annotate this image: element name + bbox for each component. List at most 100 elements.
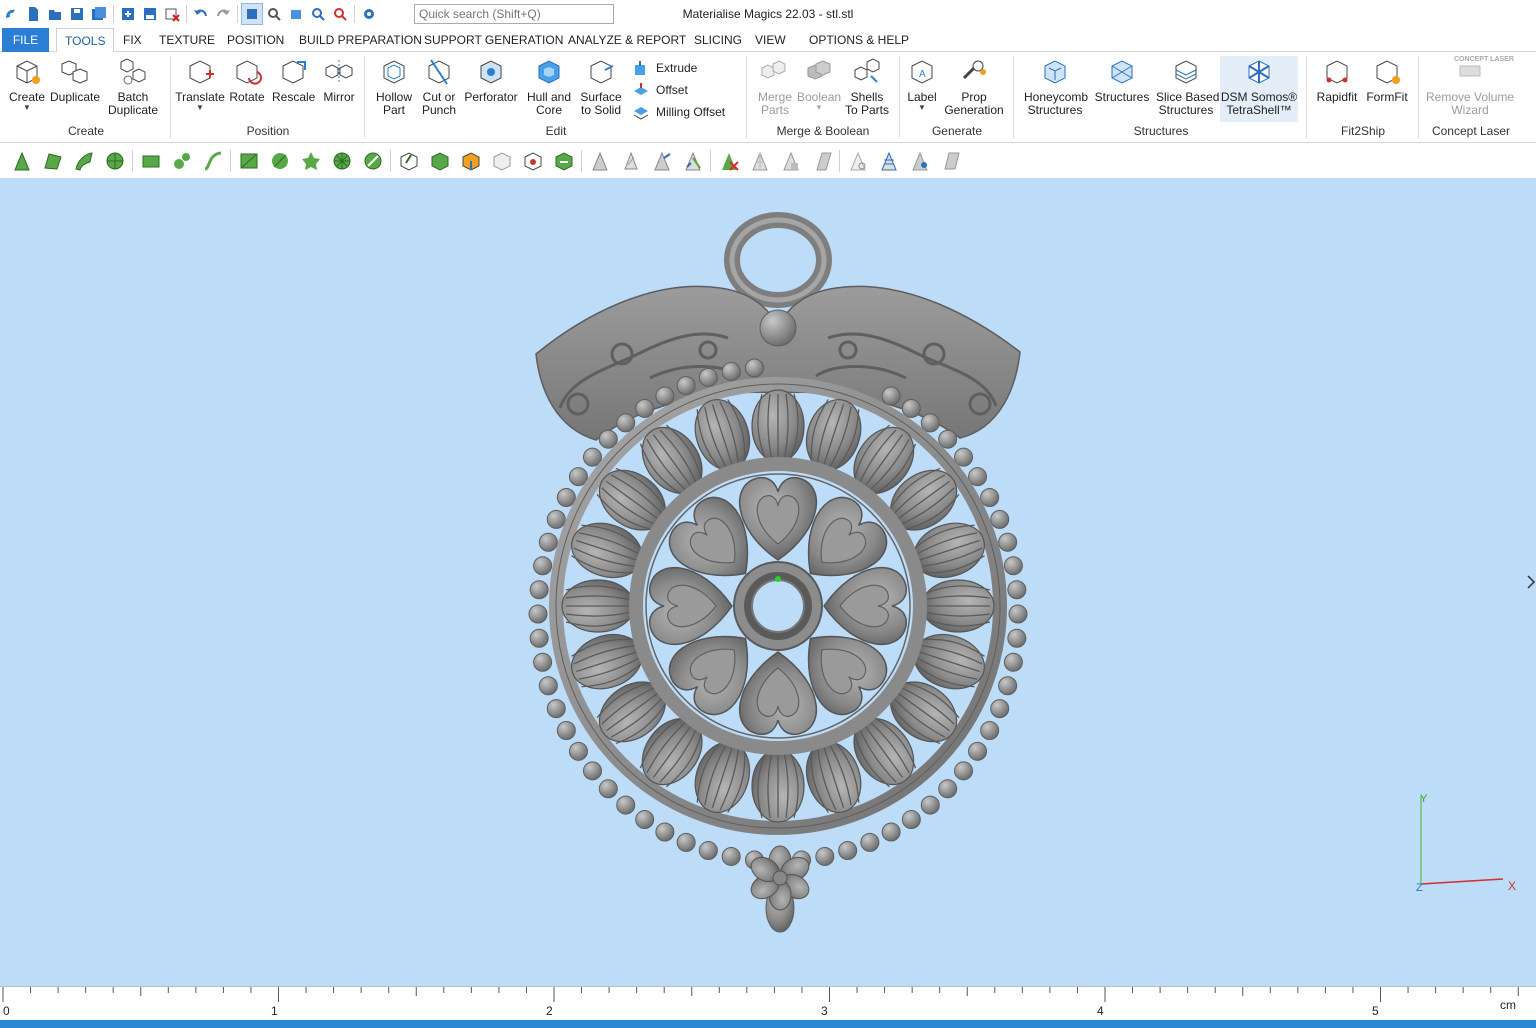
unmark-icon[interactable]: [393, 146, 424, 176]
tab-analyze-report[interactable]: ANALYZE & REPORT: [560, 28, 694, 52]
mark-wheel-icon[interactable]: [326, 146, 357, 176]
new-file-icon[interactable]: [22, 3, 44, 25]
mark-star-icon[interactable]: [295, 146, 326, 176]
mark-shell-icon[interactable]: [99, 146, 130, 176]
tab-build-preparation[interactable]: BUILD PREPARATION: [291, 28, 430, 52]
pendant-model[interactable]: Y X Z: [0, 178, 1536, 986]
open-file-icon[interactable]: [44, 3, 66, 25]
flat-triangles-icon[interactable]: [935, 146, 966, 176]
tab-support-generation[interactable]: SUPPORT GENERATION: [416, 28, 571, 52]
mark-surface-icon[interactable]: [68, 146, 99, 176]
mark-region-icon[interactable]: [264, 146, 295, 176]
3d-viewport[interactable]: Y X Z: [0, 178, 1536, 986]
cut-punch-icon: [428, 59, 450, 85]
translate-button[interactable]: Translate ▼: [175, 56, 225, 112]
redo-icon[interactable]: [212, 3, 234, 25]
view-triangles-icon[interactable]: [904, 146, 935, 176]
expand-panel-arrow-icon[interactable]: [1527, 575, 1536, 589]
hull-and-core-button[interactable]: Hull and Core: [525, 56, 573, 117]
extrude-button[interactable]: Extrude: [632, 58, 697, 78]
select-mode-icon[interactable]: [241, 3, 263, 25]
mark-curve-icon[interactable]: [197, 146, 228, 176]
mark-color-part-icon[interactable]: [455, 146, 486, 176]
zoom-tool-icon[interactable]: [263, 3, 285, 25]
tab-view[interactable]: VIEW: [747, 28, 794, 52]
save-all-icon[interactable]: [88, 3, 110, 25]
mark-box-icon[interactable]: [233, 146, 264, 176]
batch-duplicate-button[interactable]: Batch Duplicate: [106, 56, 160, 117]
merge-parts-button[interactable]: Merge Parts: [755, 56, 795, 117]
separator: [237, 5, 238, 23]
mark-part-icon[interactable]: [424, 146, 455, 176]
duplicate-button[interactable]: Duplicate: [50, 56, 100, 104]
unmark-part-icon[interactable]: [486, 146, 517, 176]
select-plane-icon[interactable]: [615, 146, 646, 176]
group-label-merge-boolean: Merge & Boolean: [776, 124, 870, 138]
expand-marking-icon[interactable]: [548, 146, 579, 176]
show-triangles-icon[interactable]: [873, 146, 904, 176]
mark-plane-icon[interactable]: [37, 146, 68, 176]
triangle-slash-icon[interactable]: [806, 146, 837, 176]
settings-gear-icon[interactable]: [358, 3, 380, 25]
formfit-button[interactable]: FormFit: [1365, 56, 1409, 104]
tab-position[interactable]: POSITION: [219, 28, 292, 52]
search-icon[interactable]: [307, 3, 329, 25]
hull-label-1: Hull and: [526, 90, 572, 104]
mark-connected-icon[interactable]: [166, 146, 197, 176]
hollow-part-button[interactable]: Hollow Part: [373, 56, 415, 117]
rotate-button[interactable]: Rotate: [228, 56, 266, 104]
undo-icon[interactable]: [190, 3, 212, 25]
milling-offset-label: Milling Offset: [656, 105, 726, 119]
milling-offset-button[interactable]: Milling Offset: [632, 102, 725, 122]
slice-based-structures-button[interactable]: Slice Based Structures: [1156, 56, 1219, 117]
remove-volume-wizard-button[interactable]: CONCEPT LASER Remove Volume Wizard: [1426, 56, 1514, 117]
delete-marked-icon[interactable]: [713, 146, 744, 176]
concept-laser-logo: CONCEPT LASER: [1454, 56, 1514, 63]
hide-triangles-icon[interactable]: [842, 146, 873, 176]
tab-options-help[interactable]: OPTIONS & HELP: [801, 28, 917, 52]
dropdown-caret-icon: ▼: [23, 103, 31, 112]
surface-to-solid-button[interactable]: Surface to Solid: [578, 56, 624, 117]
tab-file[interactable]: FILE: [2, 28, 49, 52]
create-button[interactable]: Create ▼: [8, 56, 46, 112]
boolean-button[interactable]: Boolean ▼: [797, 56, 841, 112]
mark-noise-icon[interactable]: [357, 146, 388, 176]
group-label-position: Position: [246, 124, 290, 138]
import-part-icon[interactable]: [117, 3, 139, 25]
prop-generation-button[interactable]: Prop Generation: [944, 56, 1004, 117]
surface-label-1: Surface: [580, 90, 622, 104]
quick-search-input[interactable]: [414, 4, 614, 24]
select-surface-icon[interactable]: [646, 146, 677, 176]
mark-triangle-icon[interactable]: [6, 146, 37, 176]
honeycomb-structures-button[interactable]: Honeycomb Structures: [1024, 56, 1088, 117]
tab-fix[interactable]: FIX: [115, 28, 150, 52]
dsm-somos-tetrashell-button[interactable]: DSM Somos® TetraShell™: [1220, 56, 1298, 122]
save-part-icon[interactable]: [139, 3, 161, 25]
select-shell-icon[interactable]: [677, 146, 708, 176]
triangle-lock-icon[interactable]: [775, 146, 806, 176]
app-logo-icon[interactable]: [0, 3, 22, 25]
rapidfit-button[interactable]: Rapidfit: [1314, 56, 1360, 104]
shells-to-parts-button[interactable]: Shells To Parts: [845, 56, 889, 117]
cut-or-punch-button[interactable]: Cut or Punch: [420, 56, 458, 117]
offset-button[interactable]: Offset: [632, 80, 688, 100]
tab-texture[interactable]: TEXTURE: [151, 28, 223, 52]
rescale-button[interactable]: Rescale: [272, 56, 315, 104]
view-part-icon[interactable]: [285, 3, 307, 25]
triangle-wire-icon[interactable]: [744, 146, 775, 176]
zoom-out-icon[interactable]: [329, 3, 351, 25]
structures-button[interactable]: Structures: [1094, 56, 1150, 104]
save-icon[interactable]: [66, 3, 88, 25]
tab-tools[interactable]: TOOLS: [56, 28, 115, 53]
label-button[interactable]: A Label ▼: [904, 56, 940, 112]
create-label: Create: [8, 90, 46, 104]
select-triangle-icon[interactable]: [584, 146, 615, 176]
unload-part-icon[interactable]: [161, 3, 183, 25]
rapidfit-label: Rapidfit: [1316, 90, 1358, 104]
dsm-label-2: TetraShell™: [1226, 103, 1292, 117]
tab-slicing[interactable]: SLICING: [686, 28, 750, 52]
mirror-button[interactable]: Mirror: [320, 56, 358, 104]
mark-window-icon[interactable]: [135, 146, 166, 176]
invert-marking-icon[interactable]: [517, 146, 548, 176]
perforator-button[interactable]: Perforator: [463, 56, 519, 104]
